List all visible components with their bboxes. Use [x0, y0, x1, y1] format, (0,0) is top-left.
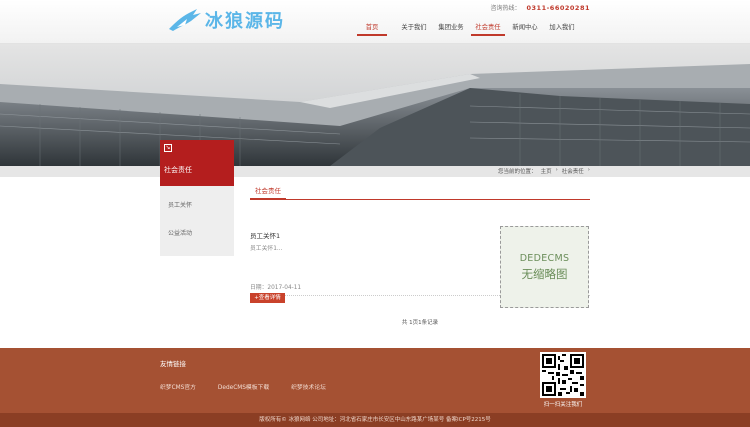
hotline: 咨询热线： 0311-66020281 [490, 3, 591, 13]
arrow-icon: ↘ [164, 144, 172, 152]
article-title[interactable]: 员工关怀1 [250, 230, 280, 240]
nav-item-news[interactable]: 新闻中心 [506, 18, 544, 36]
hotline-number: 0311-66020281 [526, 3, 590, 12]
qr-code [540, 352, 586, 398]
site-header: 冰狼源码 咨询热线： 0311-66020281 首页 关于我们 集团业务 社会… [0, 0, 750, 44]
pagination-info: 共 1页1条记录 [401, 320, 439, 326]
logo-text: 冰狼源码 [205, 11, 285, 32]
site-logo[interactable]: 冰狼源码 [167, 7, 285, 33]
friend-links: 织梦CMS官方 DedeCMS模板下载 织梦技术论坛 [160, 382, 326, 391]
main-content: 社会责任 员工关怀1 员工关怀1... 日期：2017-04-11 +查看详情 … [250, 184, 590, 308]
nav-item-join[interactable]: 加入我们 [543, 18, 581, 36]
copyright: 版权所有© 冰狼网络 公司地址：河北省石家庄市长安区中山东路某广场某号 备案IC… [0, 413, 750, 427]
sidebar-header: ↘ 社会责任 [160, 140, 234, 186]
building-illustration [0, 44, 750, 166]
page-banner [0, 44, 750, 166]
date-value: 2017-04-11 [267, 285, 302, 291]
article-date: 日期：2017-04-11 [250, 282, 301, 291]
breadcrumb-bar [0, 166, 750, 177]
nav-item-home[interactable]: 首页 [355, 18, 389, 36]
main-nav: 首页 关于我们 集团业务 社会责任 新闻中心 加入我们 [355, 18, 580, 36]
breadcrumb: 您当前的位置： 主页 › 社会责任 › [498, 167, 590, 175]
sidebar-list: 员工关怀 公益活动 [160, 186, 234, 256]
sidebar-title: 社会责任 [164, 166, 192, 174]
nav-item-about[interactable]: 关于我们 [395, 18, 433, 36]
breadcrumb-prefix: 您当前的位置： [498, 169, 537, 175]
thumb-line2: 无缩略图 [521, 266, 568, 281]
sidebar-item-charity[interactable]: 公益活动 [160, 228, 234, 256]
article-item: 员工关怀1 员工关怀1... 日期：2017-04-11 +查看详情 DEDEC… [250, 200, 590, 308]
thumb-line1: DEDECMS [519, 252, 570, 264]
date-label: 日期： [250, 285, 268, 291]
nav-item-responsibility[interactable]: 社会责任 [469, 18, 507, 36]
hotline-label: 咨询热线： [490, 5, 521, 12]
sidebar-item-staff-care[interactable]: 员工关怀 [160, 200, 234, 228]
friend-link[interactable]: 织梦CMS官方 [160, 382, 196, 391]
breadcrumb-separator: › [555, 167, 558, 173]
breadcrumb-home[interactable]: 主页 [541, 167, 552, 175]
article-summary: 员工关怀1... [250, 246, 283, 252]
section-tab-row: 社会责任 [250, 184, 590, 200]
friend-links-title: 友情链接 [160, 360, 186, 368]
article-thumbnail[interactable]: DEDECMS 无缩略图 [500, 226, 589, 308]
friend-link[interactable]: 织梦技术论坛 [291, 382, 326, 391]
breadcrumb-current[interactable]: 社会责任 [562, 167, 584, 175]
view-details-button[interactable]: +查看详情 [250, 293, 285, 303]
qr-caption: 扫一扫关注我们 [543, 402, 583, 408]
breadcrumb-tail: › [587, 167, 590, 173]
tab-responsibility[interactable]: 社会责任 [250, 184, 286, 200]
sidebar: ↘ 社会责任 员工关怀 公益活动 [160, 140, 234, 256]
qr-code-icon [542, 354, 584, 396]
friend-link[interactable]: DedeCMS模板下载 [218, 382, 269, 391]
nav-item-business[interactable]: 集团业务 [432, 18, 470, 36]
wolf-logo-icon [169, 9, 201, 31]
